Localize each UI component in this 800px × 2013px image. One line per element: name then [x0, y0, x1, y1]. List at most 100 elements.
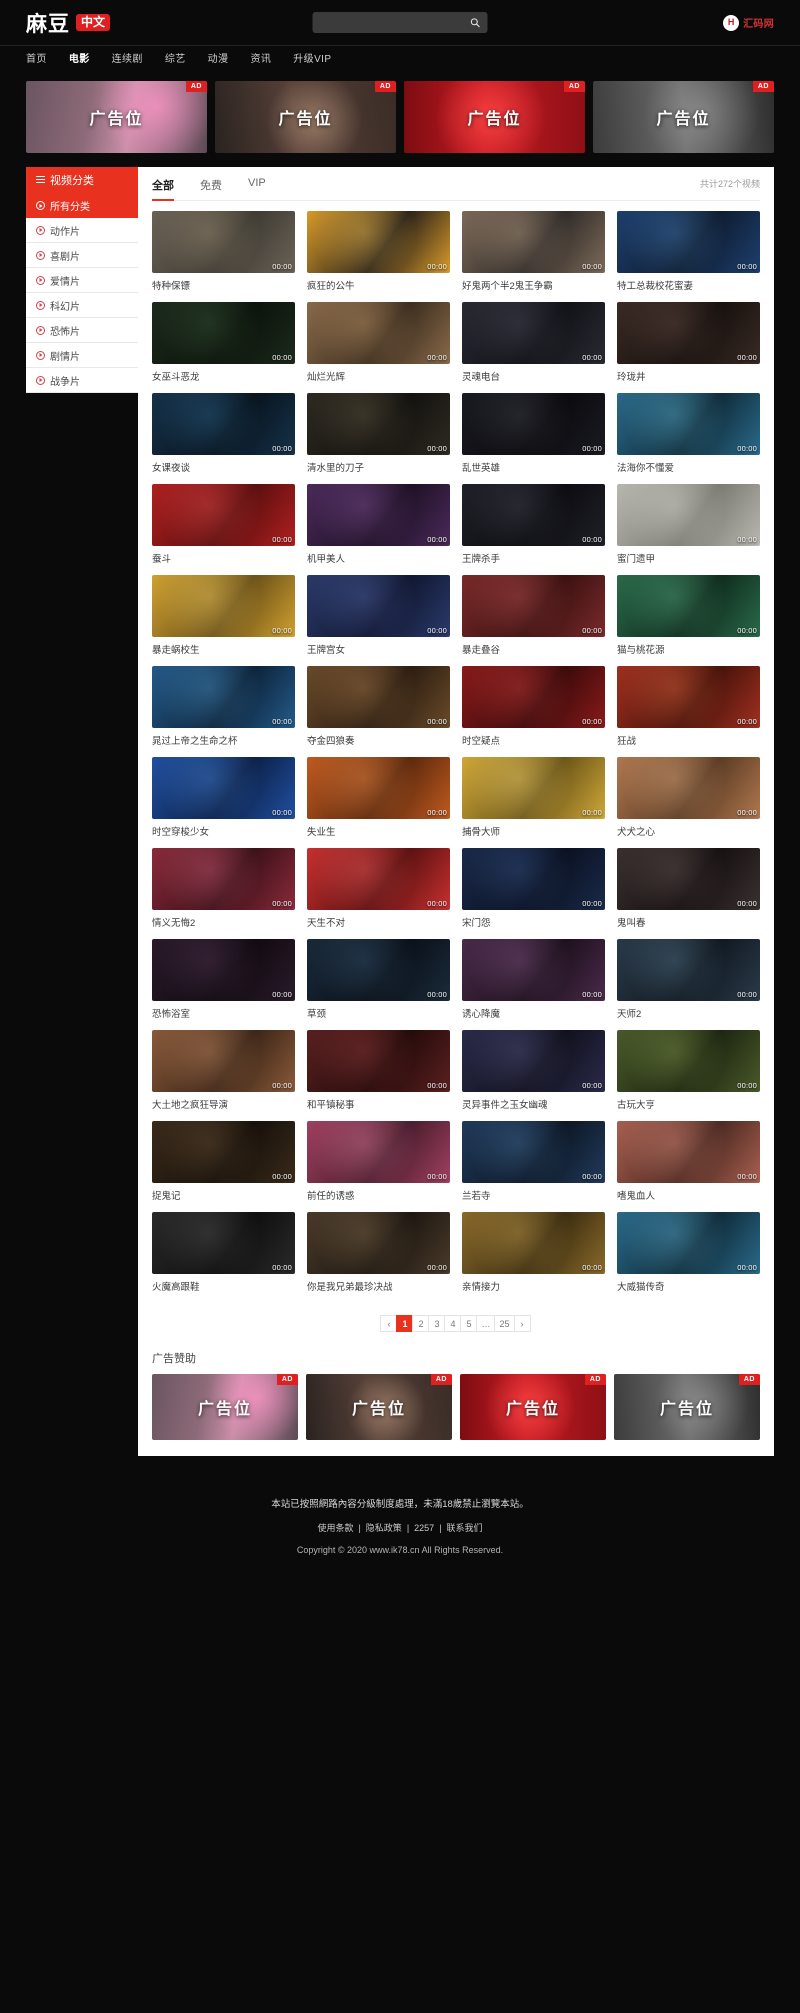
video-thumbnail[interactable]: 00:00: [462, 302, 605, 364]
video-card[interactable]: 00:00 王牌宫女: [307, 575, 450, 656]
video-card[interactable]: 00:00 暴走叠谷: [462, 575, 605, 656]
ad-banner[interactable]: AD 广告位: [614, 1374, 760, 1440]
tab-1[interactable]: 免费: [200, 168, 222, 200]
pagination-page-25[interactable]: 25: [494, 1315, 515, 1332]
search-box[interactable]: [312, 12, 488, 33]
pagination-page-2[interactable]: 2: [412, 1315, 430, 1332]
sidebar-item-0[interactable]: 所有分类: [26, 193, 138, 218]
video-card[interactable]: 00:00 灵异事件之玉女幽魂: [462, 1030, 605, 1111]
video-card[interactable]: 00:00 晁过上帝之生命之杯: [152, 666, 295, 747]
video-thumbnail[interactable]: 00:00: [152, 939, 295, 1001]
video-thumbnail[interactable]: 00:00: [307, 939, 450, 1001]
video-thumbnail[interactable]: 00:00: [462, 393, 605, 455]
video-thumbnail[interactable]: 00:00: [152, 757, 295, 819]
pagination-page-1[interactable]: 1: [396, 1315, 414, 1332]
ad-banner[interactable]: AD 广告位: [460, 1374, 606, 1440]
video-thumbnail[interactable]: 00:00: [307, 1121, 450, 1183]
footer-link-2[interactable]: 2257: [414, 1523, 434, 1533]
video-thumbnail[interactable]: 00:00: [152, 1030, 295, 1092]
nav-item-2[interactable]: 连续剧: [112, 50, 143, 65]
video-card[interactable]: 00:00 情义无悔2: [152, 848, 295, 929]
video-card[interactable]: 00:00 机甲美人: [307, 484, 450, 565]
video-thumbnail[interactable]: 00:00: [462, 575, 605, 637]
video-card[interactable]: 00:00 清水里的刀子: [307, 393, 450, 474]
video-thumbnail[interactable]: 00:00: [462, 484, 605, 546]
video-thumbnail[interactable]: 00:00: [617, 848, 760, 910]
video-thumbnail[interactable]: 00:00: [307, 302, 450, 364]
video-card[interactable]: 00:00 失业生: [307, 757, 450, 838]
video-thumbnail[interactable]: 00:00: [617, 393, 760, 455]
video-thumbnail[interactable]: 00:00: [462, 757, 605, 819]
video-card[interactable]: 00:00 捕骨大师: [462, 757, 605, 838]
video-thumbnail[interactable]: 00:00: [617, 1030, 760, 1092]
site-logo[interactable]: 麻豆 中文: [26, 8, 111, 38]
pagination-page-4[interactable]: 4: [444, 1315, 462, 1332]
footer-link-1[interactable]: 隐私政策: [366, 1523, 402, 1533]
video-thumbnail[interactable]: 00:00: [617, 757, 760, 819]
nav-item-0[interactable]: 首页: [26, 50, 47, 65]
tab-0[interactable]: 全部: [152, 168, 174, 201]
video-thumbnail[interactable]: 00:00: [152, 848, 295, 910]
ad-banner[interactable]: AD 广告位: [215, 81, 396, 153]
video-thumbnail[interactable]: 00:00: [617, 211, 760, 273]
video-card[interactable]: 00:00 时空穿梭少女: [152, 757, 295, 838]
video-thumbnail[interactable]: 00:00: [152, 211, 295, 273]
video-card[interactable]: 00:00 兰若寺: [462, 1121, 605, 1202]
video-thumbnail[interactable]: 00:00: [617, 575, 760, 637]
video-thumbnail[interactable]: 00:00: [307, 1212, 450, 1274]
video-card[interactable]: 00:00 你是我兄弟最珍决战: [307, 1212, 450, 1293]
video-thumbnail[interactable]: 00:00: [307, 1030, 450, 1092]
ad-banner[interactable]: AD 广告位: [26, 81, 207, 153]
video-card[interactable]: 00:00 王牌杀手: [462, 484, 605, 565]
video-card[interactable]: 00:00 犬犬之心: [617, 757, 760, 838]
search-input[interactable]: [319, 17, 470, 28]
video-card[interactable]: 00:00 古玩大亨: [617, 1030, 760, 1111]
video-thumbnail[interactable]: 00:00: [617, 1212, 760, 1274]
video-thumbnail[interactable]: 00:00: [307, 393, 450, 455]
video-thumbnail[interactable]: 00:00: [617, 666, 760, 728]
video-card[interactable]: 00:00 捉鬼记: [152, 1121, 295, 1202]
video-thumbnail[interactable]: 00:00: [462, 211, 605, 273]
video-card[interactable]: 00:00 特种保镖: [152, 211, 295, 292]
video-card[interactable]: 00:00 狂战: [617, 666, 760, 747]
video-card[interactable]: 00:00 大土地之疯狂导演: [152, 1030, 295, 1111]
video-thumbnail[interactable]: 00:00: [307, 211, 450, 273]
pagination-page-5[interactable]: 5: [460, 1315, 478, 1332]
video-card[interactable]: 00:00 疯狂的公牛: [307, 211, 450, 292]
video-thumbnail[interactable]: 00:00: [152, 393, 295, 455]
video-card[interactable]: 00:00 好鬼两个半2鬼王争霸: [462, 211, 605, 292]
video-thumbnail[interactable]: 00:00: [307, 848, 450, 910]
video-card[interactable]: 00:00 天师2: [617, 939, 760, 1020]
video-thumbnail[interactable]: 00:00: [307, 575, 450, 637]
sidebar-item-3[interactable]: 爱情片: [26, 268, 138, 293]
partner-brand[interactable]: H 汇码网: [723, 14, 774, 31]
ad-banner[interactable]: AD 广告位: [152, 1374, 298, 1440]
video-card[interactable]: 00:00 灵魂电台: [462, 302, 605, 383]
sidebar-item-4[interactable]: 科幻片: [26, 293, 138, 318]
video-card[interactable]: 00:00 夺金四狼奏: [307, 666, 450, 747]
ad-banner[interactable]: AD 广告位: [306, 1374, 452, 1440]
video-thumbnail[interactable]: 00:00: [152, 1212, 295, 1274]
footer-link-0[interactable]: 使用条款: [317, 1523, 353, 1533]
ad-banner[interactable]: AD 广告位: [593, 81, 774, 153]
nav-item-1[interactable]: 电影: [69, 50, 90, 65]
video-card[interactable]: 00:00 天生不对: [307, 848, 450, 929]
video-card[interactable]: 00:00 猫与桃花源: [617, 575, 760, 656]
video-thumbnail[interactable]: 00:00: [152, 302, 295, 364]
sidebar-item-6[interactable]: 剧情片: [26, 343, 138, 368]
video-card[interactable]: 00:00 灿烂光辉: [307, 302, 450, 383]
video-card[interactable]: 00:00 宋门怨: [462, 848, 605, 929]
pagination-prev[interactable]: ‹: [380, 1315, 398, 1332]
video-card[interactable]: 00:00 前任的诱惑: [307, 1121, 450, 1202]
video-card[interactable]: 00:00 恐怖浴室: [152, 939, 295, 1020]
video-card[interactable]: 00:00 诱心降魔: [462, 939, 605, 1020]
video-thumbnail[interactable]: 00:00: [462, 1212, 605, 1274]
video-thumbnail[interactable]: 00:00: [617, 1121, 760, 1183]
video-card[interactable]: 00:00 暴走蜗校生: [152, 575, 295, 656]
video-card[interactable]: 00:00 草颈: [307, 939, 450, 1020]
video-thumbnail[interactable]: 00:00: [462, 1030, 605, 1092]
video-card[interactable]: 00:00 大威猫传奇: [617, 1212, 760, 1293]
video-thumbnail[interactable]: 00:00: [462, 1121, 605, 1183]
pagination-page-…[interactable]: …: [476, 1315, 496, 1332]
video-thumbnail[interactable]: 00:00: [462, 848, 605, 910]
